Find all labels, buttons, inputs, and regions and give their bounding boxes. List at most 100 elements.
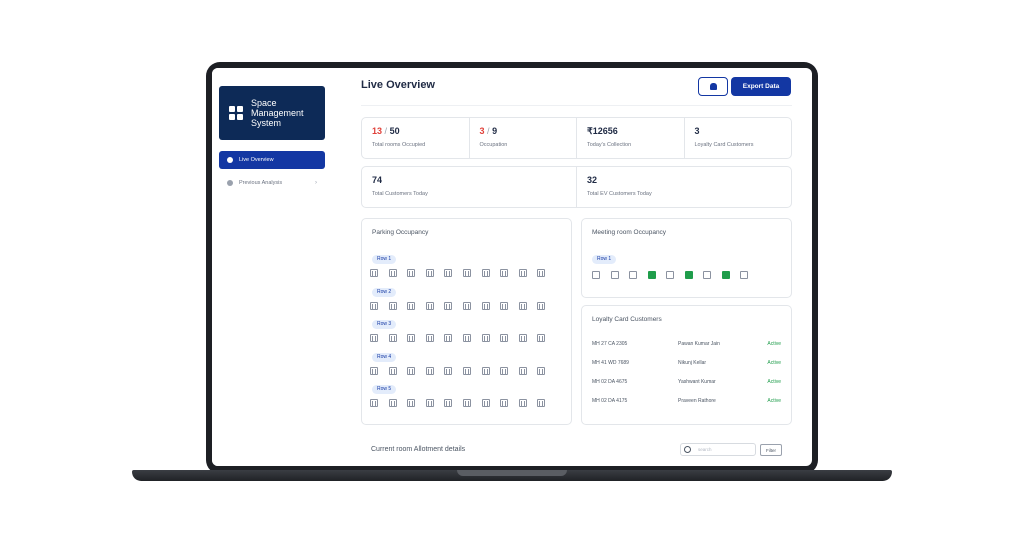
stat-label: Total Customers Today [372, 191, 428, 197]
stat-total-customers: 74 Total Customers Today [362, 167, 577, 207]
parking-slot[interactable] [462, 301, 471, 310]
stat-label: Today's Collection [587, 142, 632, 148]
meeting-room-free[interactable] [629, 271, 637, 279]
loyalty-row: MH 41 WD 7689 Nikunj Kellar Active [592, 360, 781, 370]
parking-slot[interactable] [370, 269, 378, 277]
stats-row-1: 13 / 50 Total rooms Occupied 3 / 9 Occup… [361, 117, 792, 159]
parking-slot[interactable] [425, 334, 434, 342]
parking-slot[interactable] [444, 269, 453, 277]
meeting-room-free[interactable] [740, 271, 748, 279]
sidebar-item-live-overview[interactable]: Live Overview [219, 151, 325, 169]
parking-slot[interactable] [537, 334, 546, 342]
customer-name: Nikunj Kellar [678, 360, 707, 366]
parking-slot[interactable] [407, 269, 416, 277]
parking-slot[interactable] [425, 399, 434, 407]
parking-slot[interactable] [500, 399, 509, 407]
stats-row-2: 74 Total Customers Today 32 Total EV Cus… [361, 166, 792, 208]
parking-slot[interactable] [425, 269, 434, 277]
parking-slot[interactable] [518, 269, 527, 277]
meeting-room-free[interactable] [703, 271, 711, 279]
parking-slot[interactable] [425, 366, 434, 375]
parking-slot[interactable] [500, 269, 509, 277]
stat-todays-collection: ₹12656 Today's Collection [577, 118, 685, 158]
meeting-room-occupied[interactable] [647, 271, 656, 279]
sidebar-item-label: Previous Analysis [239, 180, 283, 186]
parking-slot[interactable] [481, 301, 490, 310]
parking-slot[interactable] [407, 366, 416, 375]
status-badge: Active [767, 360, 781, 366]
stat-rooms-occupied: 13 / 50 Total rooms Occupied [362, 118, 470, 158]
parking-slot[interactable] [500, 366, 509, 375]
parking-slot[interactable] [407, 301, 416, 310]
sidebar-item-previous-analysis[interactable]: Previous Analysis › [219, 174, 325, 192]
parking-slot[interactable] [537, 269, 546, 277]
meeting-room-free[interactable] [592, 271, 600, 279]
parking-slot[interactable] [481, 334, 490, 342]
parking-slot[interactable] [388, 399, 397, 407]
parking-slot[interactable] [537, 366, 546, 375]
export-data-button[interactable]: Export Data [731, 77, 791, 96]
meeting-room-free[interactable] [610, 271, 619, 279]
meeting-room-occupied[interactable] [721, 271, 730, 279]
brand-logo: Space Management System [219, 86, 325, 140]
parking-slot[interactable] [444, 301, 453, 310]
loyalty-customers-panel: Loyalty Card Customers MH 27 CA 2305 Pawa… [581, 305, 792, 425]
parking-slot[interactable] [370, 366, 378, 375]
parking-slot[interactable] [444, 334, 453, 342]
parking-slot[interactable] [444, 366, 453, 375]
parking-slot[interactable] [518, 366, 527, 375]
parking-slot[interactable] [537, 399, 546, 407]
stat-label: Total EV Customers Today [587, 191, 652, 197]
stat-label: Occupation [479, 142, 508, 148]
filter-button[interactable]: Filter [760, 444, 782, 456]
parking-slot[interactable] [388, 269, 397, 277]
parking-slot[interactable] [462, 366, 471, 375]
parking-slot[interactable] [481, 399, 490, 407]
row-chip: Row 1 [592, 255, 617, 264]
parking-slot[interactable] [462, 334, 471, 342]
parking-slot[interactable] [388, 366, 397, 375]
stat-value: 74 [372, 175, 383, 185]
bell-icon [709, 83, 717, 90]
meeting-room-free[interactable] [666, 271, 674, 279]
meeting-room-occupied[interactable] [684, 271, 693, 279]
parking-slot[interactable] [370, 334, 378, 342]
parking-slot[interactable] [370, 301, 378, 310]
stat-total-value: 50 [389, 126, 400, 136]
parking-slot[interactable] [481, 366, 490, 375]
header-divider [361, 105, 792, 106]
parking-slot[interactable] [407, 399, 416, 407]
parking-slot[interactable] [370, 399, 378, 407]
parking-slot[interactable] [518, 334, 527, 342]
parking-slot[interactable] [388, 334, 397, 342]
notification-button[interactable] [698, 77, 728, 96]
vehicle-plate: MH 41 WD 7689 [592, 360, 629, 366]
parking-row-chip: Row 3 [372, 320, 397, 329]
parking-slot[interactable] [500, 334, 509, 342]
parking-slot[interactable] [462, 269, 471, 277]
search-input[interactable]: search [680, 443, 756, 456]
parking-slot[interactable] [388, 301, 397, 310]
customer-name: Pawan Kumar Jain [678, 341, 720, 347]
parking-slot[interactable] [518, 301, 527, 310]
stat-value: ₹12656 [587, 126, 618, 136]
parking-slot[interactable] [537, 301, 546, 310]
panel-title: Meeting room Occupancy [592, 229, 667, 236]
vehicle-plate: MH 02 DA 4675 [592, 379, 628, 385]
vehicle-plate: MH 27 CA 2305 [592, 341, 628, 347]
parking-slot[interactable] [444, 399, 453, 407]
parking-slot[interactable] [481, 269, 490, 277]
parking-slot[interactable] [407, 334, 416, 342]
meeting-room-occupancy-panel: Meeting room Occupancy Row 1 [581, 218, 792, 298]
loyalty-row: MH 02 DA 4175 Praveen Rathore Active [592, 398, 781, 408]
stat-ev-customers: 32 Total EV Customers Today [577, 167, 791, 207]
parking-row-chip: Row 2 [372, 287, 397, 297]
parking-slot[interactable] [500, 301, 509, 310]
parking-slot[interactable] [518, 399, 527, 407]
parking-slot[interactable] [462, 399, 471, 407]
brand-title: Space Management System [251, 98, 304, 128]
status-badge: Active [767, 379, 781, 385]
allotment-title: Current room Allotment details [371, 446, 466, 453]
parking-slot[interactable] [425, 301, 434, 310]
stat-value: 3 [694, 126, 700, 136]
